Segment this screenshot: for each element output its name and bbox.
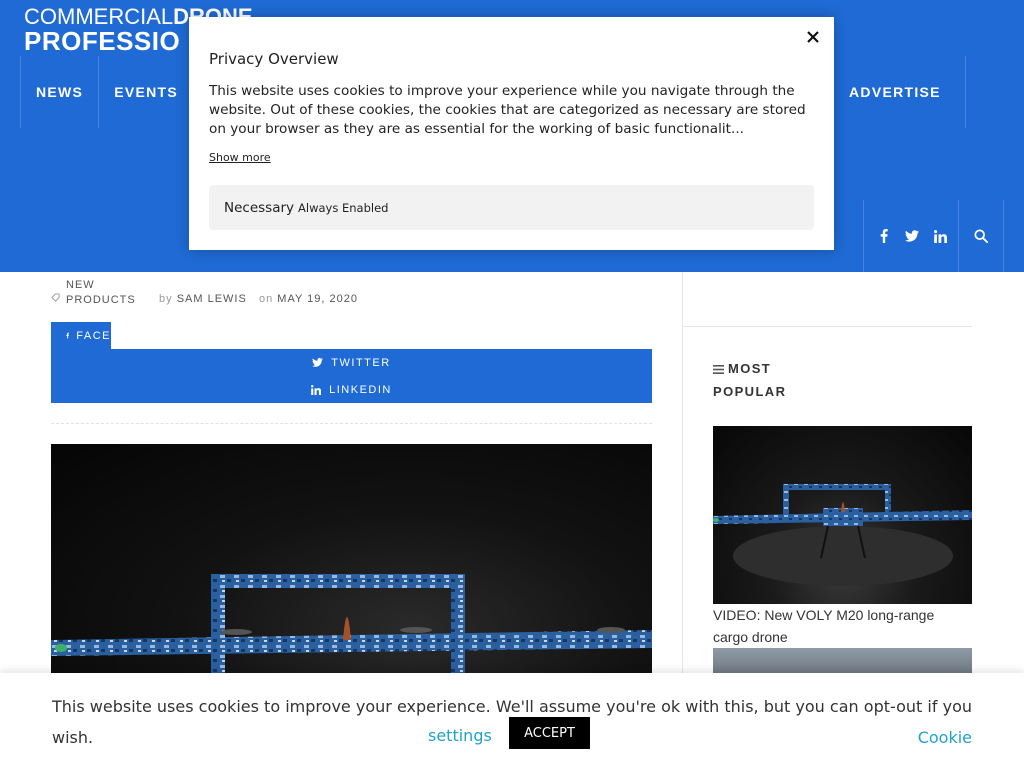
- byline: by SAM LEWIS on MAY 19, 2020: [159, 293, 358, 305]
- nav-item-advertise[interactable]: ADVERTISE: [832, 56, 966, 128]
- share-facebook-label: FACE: [76, 329, 111, 342]
- drone-thumbnail: [713, 484, 972, 586]
- necessary-cookies-row[interactable]: Necessary Always Enabled: [209, 185, 814, 230]
- popular-post-title[interactable]: VIDEO: New VOLY M20 long-range cargo dron…: [713, 604, 972, 648]
- twitter-icon[interactable]: [898, 200, 926, 272]
- nav-item-label: EVENTS: [114, 84, 179, 100]
- popular-post-thumbnail[interactable]: [713, 426, 972, 604]
- share-linkedin-button[interactable]: LINKEDIN: [51, 376, 652, 403]
- necessary-status: Always Enabled: [298, 200, 389, 215]
- sidebar-divider: [682, 272, 683, 682]
- privacy-overview-modal: Privacy Overview This website uses cooki…: [189, 17, 834, 250]
- article-hero-image: [51, 444, 652, 674]
- close-icon[interactable]: [802, 26, 824, 48]
- search-icon[interactable]: [958, 200, 1004, 272]
- linkedin-icon[interactable]: [926, 200, 954, 272]
- accept-button[interactable]: ACCEPT: [509, 717, 590, 749]
- content-divider: [51, 423, 652, 424]
- cookie-settings-link[interactable]: Cookie: [918, 722, 972, 753]
- on-label: on: [258, 293, 274, 305]
- cookie-consent-bar: This website uses cookies to improve you…: [0, 673, 1024, 768]
- share-facebook-button[interactable]: FACE: [51, 322, 111, 349]
- publish-date: MAY 19, 2020: [277, 293, 358, 305]
- nav-item-news[interactable]: NEWS: [20, 56, 98, 128]
- list-icon: [713, 359, 724, 381]
- nav-item-label: ADVERTISE: [849, 84, 941, 100]
- by-label: by: [159, 293, 173, 305]
- linkedin-icon: [311, 384, 322, 395]
- social-links: [863, 200, 954, 272]
- facebook-icon[interactable]: [870, 200, 898, 272]
- author-link[interactable]: SAM LEWIS: [177, 293, 247, 305]
- necessary-label: Necessary: [224, 199, 295, 216]
- modal-title: Privacy Overview: [209, 50, 339, 68]
- share-linkedin-label: LINKEDIN: [329, 383, 392, 396]
- modal-description: This website uses cookies to improve you…: [209, 83, 806, 137]
- drone-photo: [51, 574, 652, 674]
- share-twitter-label: TWITTER: [331, 356, 391, 369]
- twitter-icon: [312, 358, 324, 367]
- main-nav: NEWS EVENTS ADVERTISE: [20, 56, 966, 128]
- show-more-link[interactable]: Show more: [209, 151, 271, 164]
- most-popular-heading: MOST POPULAR: [713, 358, 833, 403]
- nav-item-label: NEWS: [36, 84, 84, 100]
- sidebar-separator: [683, 326, 972, 327]
- nav-item-events[interactable]: EVENTS: [98, 56, 193, 128]
- share-twitter-button[interactable]: TWITTER: [51, 349, 652, 376]
- category-label: NEW PRODUCTS: [66, 279, 136, 306]
- tag-icon: [51, 293, 60, 305]
- cookie-settings-link-2[interactable]: settings: [428, 720, 492, 751]
- facebook-icon: [66, 332, 70, 339]
- share-buttons: TWITTER LINKEDIN: [51, 349, 652, 403]
